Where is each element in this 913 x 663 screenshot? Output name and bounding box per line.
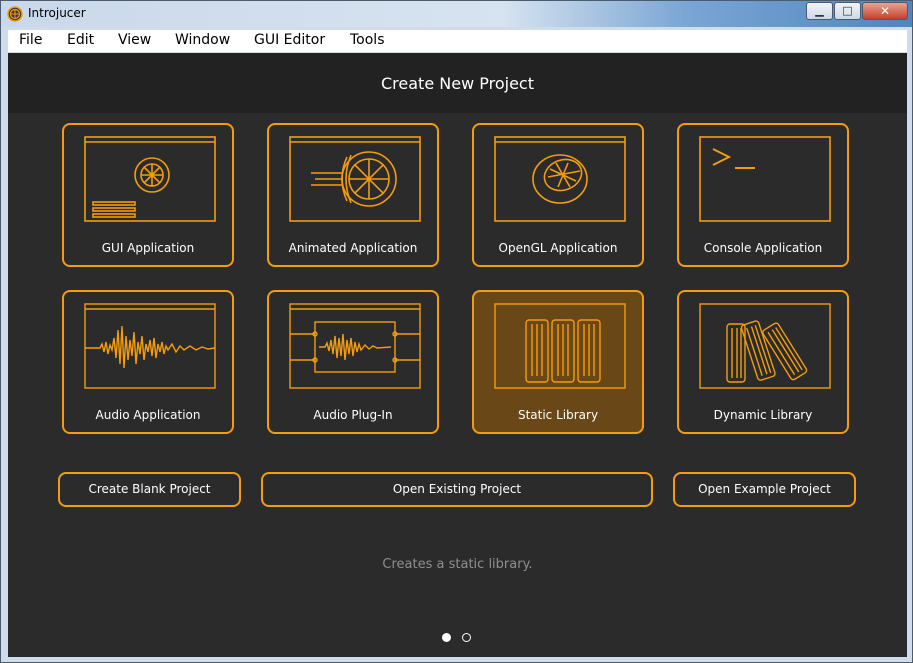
menu-bar: File Edit View Window GUI Editor Tools	[8, 30, 907, 52]
open-existing-project-button[interactable]: Open Existing Project	[261, 472, 653, 507]
open-example-project-button[interactable]: Open Example Project	[673, 472, 856, 507]
opengl-application-icon	[494, 136, 626, 222]
template-label: Console Application	[703, 241, 823, 255]
app-window: Introjucer ▁ □ ✕ File Edit View Window G…	[0, 0, 913, 663]
introjucer-logo-icon	[7, 6, 23, 22]
template-audio-plugin[interactable]: Audio Plug-In	[267, 290, 439, 434]
menu-file[interactable]: File	[19, 32, 42, 48]
menu-edit[interactable]: Edit	[67, 32, 94, 48]
template-label: GUI Application	[101, 241, 195, 255]
template-label: Static Library	[517, 408, 599, 422]
window-title: Introjucer	[28, 6, 86, 20]
close-button[interactable]: ✕	[862, 2, 908, 20]
animated-application-icon	[289, 136, 421, 222]
template-static-library[interactable]: Static Library	[472, 290, 644, 434]
menu-tools[interactable]: Tools	[350, 32, 385, 48]
maximize-button[interactable]: □	[834, 2, 861, 20]
template-label: Animated Application	[288, 241, 418, 255]
project-wizard: Create New Project GUI Application Anima…	[8, 53, 907, 657]
page-indicator-1[interactable]	[442, 633, 451, 642]
template-animated-application[interactable]: Animated Application	[267, 123, 439, 267]
page-title: Create New Project	[381, 74, 534, 93]
wizard-header: Create New Project	[8, 53, 907, 113]
menu-window[interactable]: Window	[175, 32, 230, 48]
template-label: Audio Application	[95, 408, 201, 422]
template-description: Creates a static library.	[382, 557, 533, 572]
console-application-icon	[699, 136, 831, 222]
audio-application-icon	[84, 303, 216, 389]
template-opengl-application[interactable]: OpenGL Application	[472, 123, 644, 267]
create-blank-project-button[interactable]: Create Blank Project	[58, 472, 241, 507]
gui-application-icon	[84, 136, 216, 222]
template-audio-application[interactable]: Audio Application	[62, 290, 234, 434]
template-gui-application[interactable]: GUI Application	[62, 123, 234, 267]
template-dynamic-library[interactable]: Dynamic Library	[677, 290, 849, 434]
menu-gui-editor[interactable]: GUI Editor	[254, 32, 325, 48]
template-console-application[interactable]: Console Application	[677, 123, 849, 267]
template-label: Audio Plug-In	[313, 408, 393, 422]
audio-plugin-icon	[289, 303, 421, 389]
dynamic-library-icon	[699, 303, 831, 389]
minimize-button[interactable]: ▁	[806, 2, 833, 20]
template-label: Dynamic Library	[713, 408, 813, 422]
menu-view[interactable]: View	[118, 32, 151, 48]
title-bar[interactable]: Introjucer ▁ □ ✕	[1, 1, 912, 27]
template-label: OpenGL Application	[498, 241, 618, 255]
page-indicator-2[interactable]	[462, 633, 471, 642]
static-library-icon	[494, 303, 626, 389]
